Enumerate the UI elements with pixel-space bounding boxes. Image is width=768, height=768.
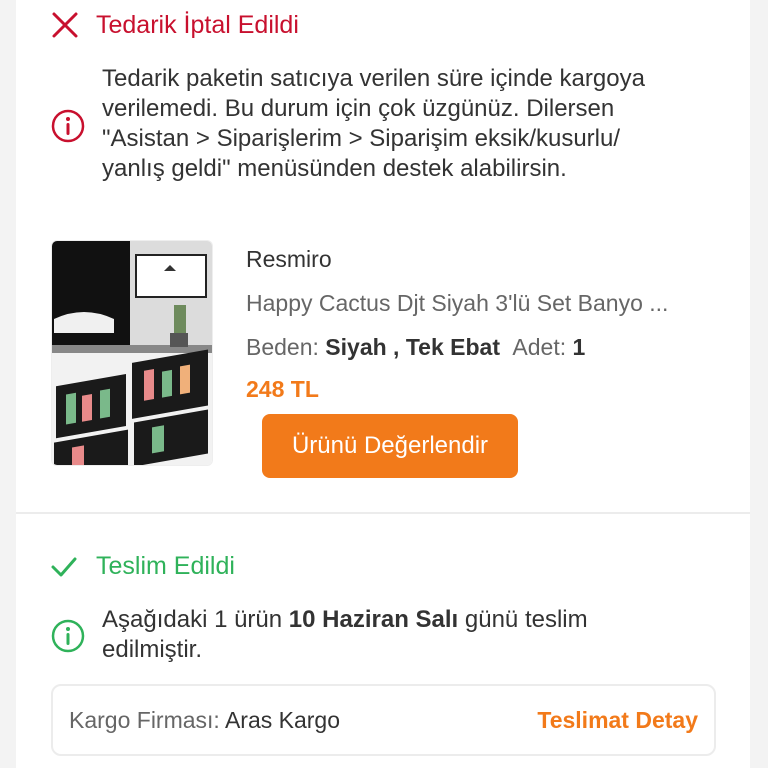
message-line: yanlış geldi" menüsünden destek alabilir… [102, 155, 567, 182]
delivered-status-row: Teslim Edildi [50, 552, 235, 581]
cancelled-message-text: Tedarik paketin satıcıya verilen süre iç… [102, 64, 645, 184]
delivered-message: Aşağıdaki 1 ürün 10 Haziran Salı günü te… [50, 605, 588, 665]
delivery-detail-link[interactable]: Teslimat Detay [537, 707, 698, 734]
message-line: Aşağıdaki 1 ürün 10 Haziran Salı günü te… [102, 605, 588, 635]
cancelled-message: Tedarik paketin satıcıya verilen süre iç… [50, 64, 645, 184]
qty-label: Adet: [512, 334, 567, 360]
message-line: Tedarik paketin satıcıya verilen süre iç… [102, 65, 645, 92]
message-line: edilmiştir. [102, 636, 203, 663]
message-prefix: Aşağıdaki 1 ürün [102, 606, 289, 633]
close-icon [50, 10, 80, 40]
delivered-message-text: Aşağıdaki 1 ürün 10 Haziran Salı günü te… [102, 605, 588, 665]
cargo-label: Kargo Firması: [69, 706, 220, 733]
product-name[interactable]: Happy Cactus Djt Siyah 3'lü Set Banyo ..… [246, 290, 668, 317]
size-label: Beden: [246, 334, 319, 360]
delivered-title: Teslim Edildi [96, 552, 235, 580]
cancelled-status-row: Tedarik İptal Edildi [50, 10, 299, 40]
cargo-company: Kargo Firması: Aras Kargo [69, 707, 340, 734]
product-attributes: Beden: Siyah , Tek Ebat Adet: 1 [246, 334, 585, 361]
product-image[interactable] [51, 240, 213, 466]
message-line: verilemedi. Bu durum için çok üzgünüz. D… [102, 95, 615, 122]
qty-value: 1 [572, 334, 586, 360]
rate-product-button[interactable]: Ürünü Değerlendir [262, 414, 518, 478]
delivery-date: 10 Haziran Salı [288, 606, 459, 633]
section-divider [16, 512, 750, 514]
info-icon [50, 108, 86, 144]
product-brand[interactable]: Resmiro [246, 246, 332, 273]
message-suffix: günü teslim [458, 606, 588, 633]
cargo-info-box: Kargo Firması: Aras Kargo Teslimat Detay [51, 684, 716, 756]
cancelled-title: Tedarik İptal Edildi [96, 10, 299, 39]
product-price: 248 TL [246, 376, 319, 402]
size-value: Siyah , Tek Ebat [325, 334, 500, 360]
check-icon [50, 553, 78, 581]
message-line: "Asistan > Siparişlerim > Siparişim eksi… [102, 125, 621, 152]
cargo-company-name: Aras Kargo [224, 706, 341, 733]
info-icon [50, 618, 86, 654]
